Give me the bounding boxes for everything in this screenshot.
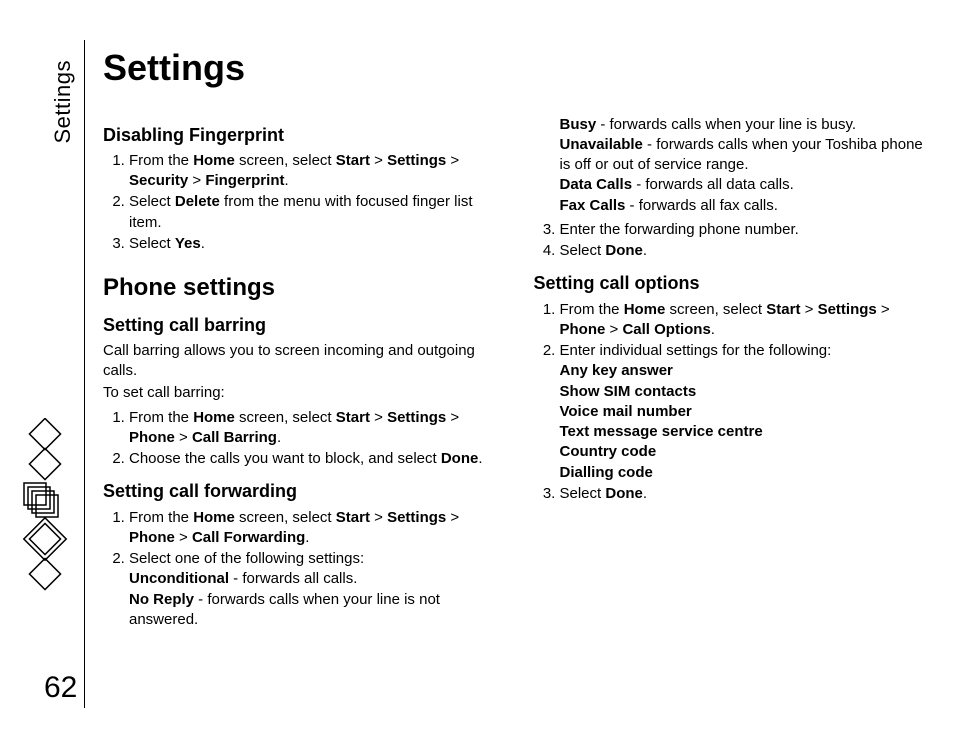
list-item: From the Home screen, select Start > Set… (129, 508, 494, 549)
list-item: Select one of the following settings: Un… (129, 549, 494, 630)
list-call-barring: From the Home screen, select Start > Set… (103, 408, 494, 470)
list-item: Select Yes. (129, 234, 494, 254)
heading-call-options: Setting call options (534, 271, 925, 295)
list-item: From the Home screen, select Start > Set… (129, 151, 494, 192)
list-item: From the Home screen, select Start > Set… (560, 300, 925, 341)
list-disabling-fingerprint: From the Home screen, select Start > Set… (103, 151, 494, 254)
list-item: Enter individual settings for the follow… (560, 341, 925, 483)
continued-options: Busy - forwards calls when your line is … (560, 115, 925, 216)
page-title: Settings (103, 44, 924, 93)
left-column: Disabling Fingerprint From the Home scre… (103, 115, 494, 641)
page-number: 62 (44, 668, 77, 709)
heading-call-barring: Setting call barring (103, 313, 494, 337)
heading-call-forwarding: Setting call forwarding (103, 479, 494, 503)
list-item: Enter the forwarding phone number. (560, 220, 925, 240)
paragraph: Call barring allows you to screen incomi… (103, 341, 494, 382)
chapter-tab-text: Settings (48, 60, 78, 144)
page-content: Settings Disabling Fingerprint From the … (84, 40, 924, 708)
list-item: Select Done. (560, 484, 925, 504)
paragraph: To set call barring: (103, 383, 494, 403)
chapter-tab: Settings (48, 0, 78, 60)
page-decoration-icon (14, 418, 74, 618)
list-item: Choose the calls you want to block, and … (129, 449, 494, 469)
heading-disabling-fingerprint: Disabling Fingerprint (103, 123, 494, 147)
list-call-forwarding: From the Home screen, select Start > Set… (103, 508, 494, 631)
content-columns: Disabling Fingerprint From the Home scre… (103, 115, 924, 641)
list-item: Select Delete from the menu with focused… (129, 192, 494, 233)
right-column: Busy - forwards calls when your line is … (534, 115, 925, 641)
list-item: From the Home screen, select Start > Set… (129, 408, 494, 449)
list-call-forwarding-cont: Enter the forwarding phone number. Selec… (534, 220, 925, 262)
list-call-options: From the Home screen, select Start > Set… (534, 300, 925, 505)
heading-phone-settings: Phone settings (103, 272, 494, 304)
list-item: Select Done. (560, 241, 925, 261)
